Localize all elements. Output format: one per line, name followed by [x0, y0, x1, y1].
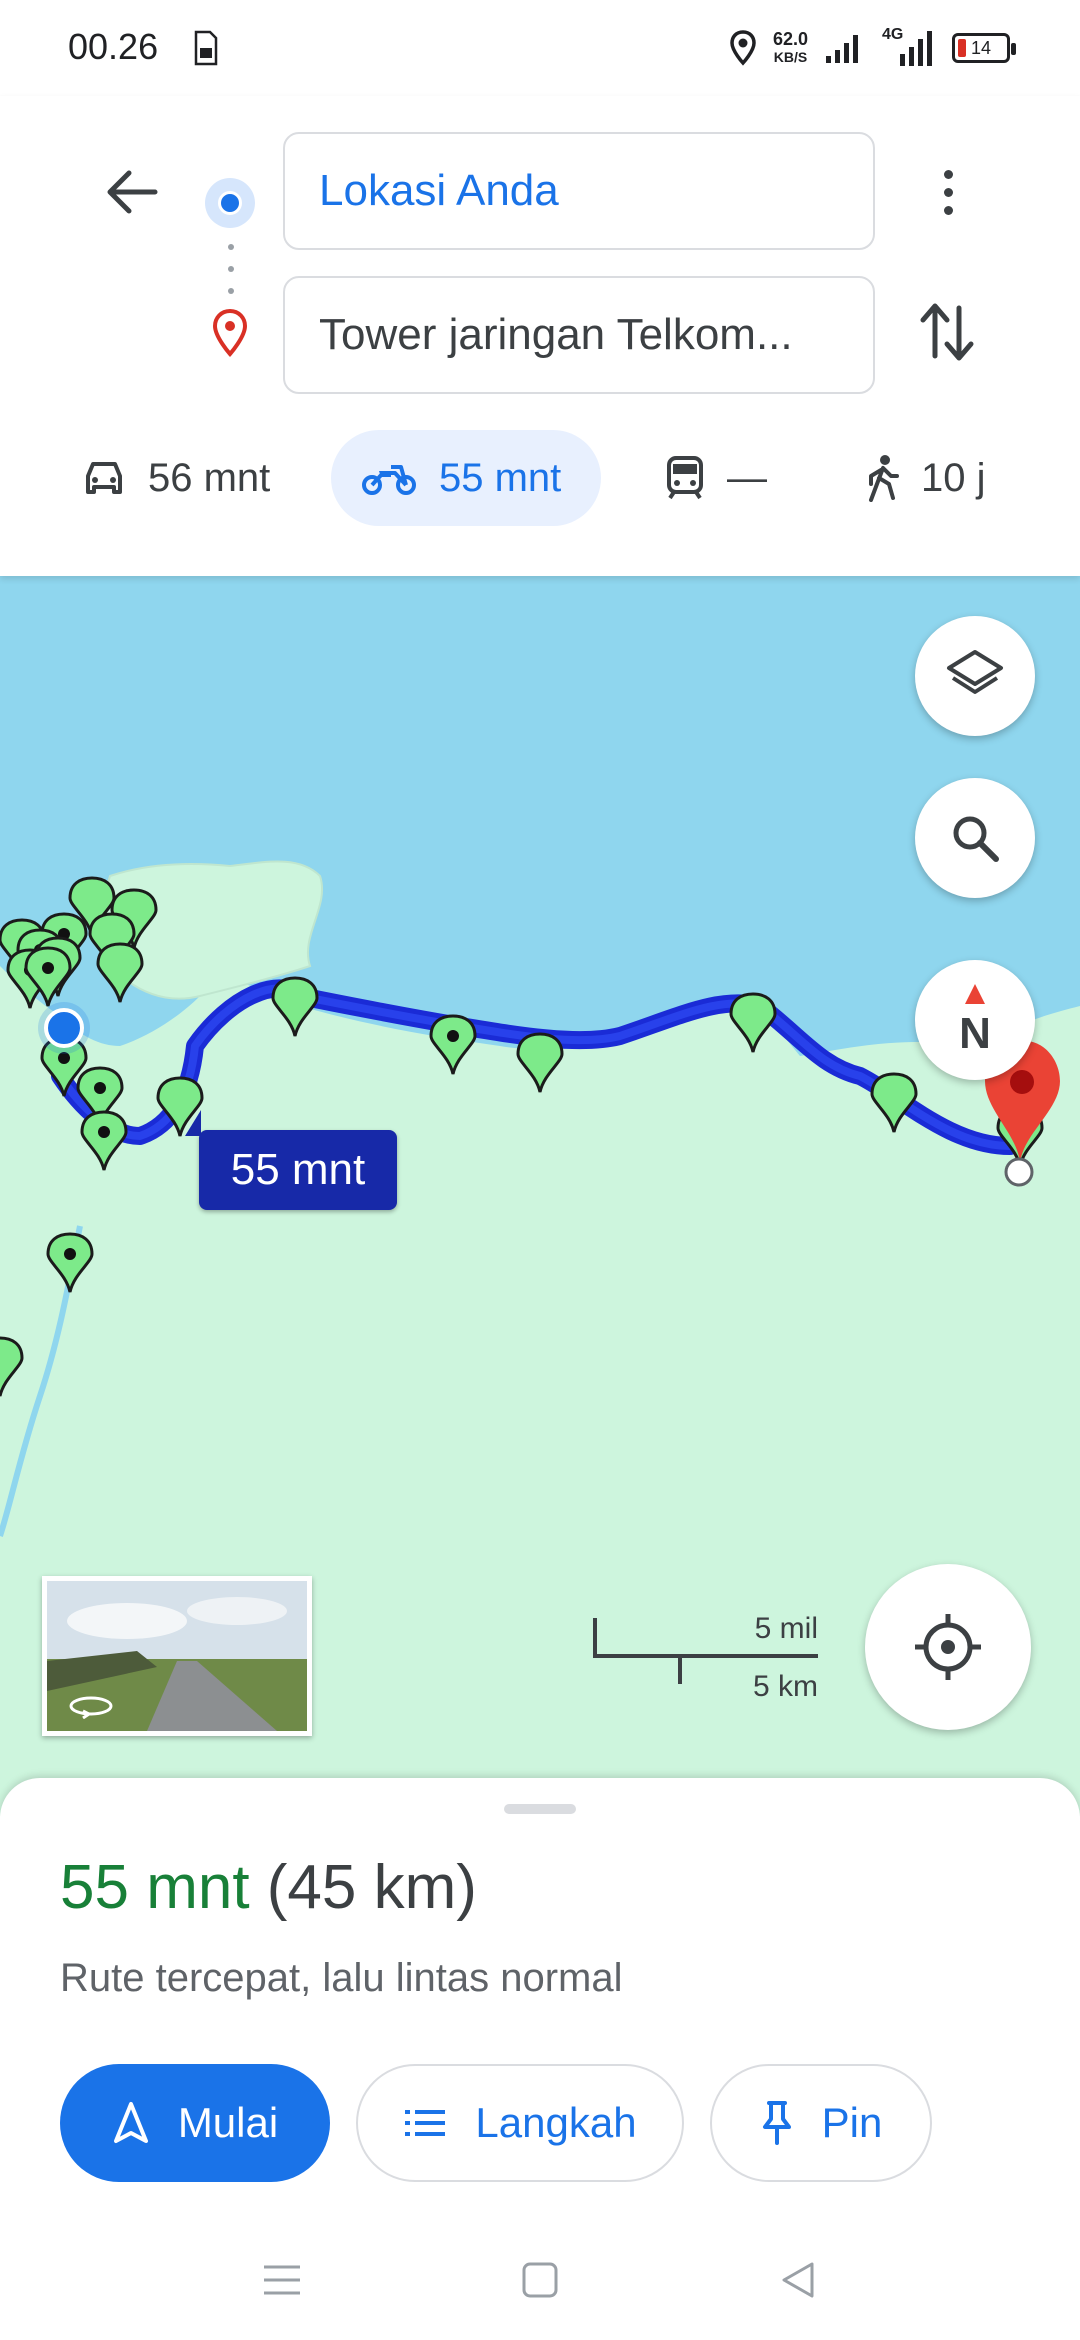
location-icon [730, 30, 756, 66]
route-duration-label[interactable]: 55 mnt [185, 1110, 397, 1210]
sim-card-icon [194, 30, 218, 66]
start-button[interactable]: Mulai [60, 2064, 330, 2182]
compass-label: N [959, 1009, 991, 1058]
battery-level: 14 [970, 37, 992, 58]
nav-back-button[interactable] [770, 2252, 826, 2308]
mode-car-label: 56 mnt [148, 455, 271, 500]
my-location-icon [915, 1614, 981, 1680]
route-distance: (45 km) [266, 1853, 477, 1922]
place-marker-dot [98, 1126, 110, 1138]
start-button-label: Mulai [177, 2099, 279, 2146]
nav-menu-button[interactable] [254, 2252, 310, 2308]
map-view[interactable]: N 55 mnt 5 mil 5 km [0, 576, 1080, 1816]
home-icon [522, 2262, 558, 2298]
status-time: 00.26 [68, 26, 159, 67]
back-arrow-icon [107, 170, 158, 214]
net-speed-unit: KB/S [773, 49, 808, 65]
origin-marker [38, 1002, 90, 1054]
list-icon [405, 2110, 446, 2136]
route-description: Rute tercepat, lalu lintas normal [60, 1956, 623, 2000]
signal-4g-icon [900, 31, 932, 66]
rotate-360-icon [69, 1696, 113, 1719]
steps-button-label: Langkah [475, 2099, 637, 2146]
place-marker-dot [64, 1248, 76, 1260]
search-icon [953, 816, 999, 862]
layers-icon [947, 650, 1003, 694]
place-marker-dot [94, 1082, 106, 1094]
mode-transit-label: — [727, 455, 767, 500]
pin-button-label: Pin [821, 2099, 883, 2146]
origin-field[interactable]: Lokasi Anda [283, 132, 875, 250]
mode-motorcycle[interactable]: 55 mnt [331, 430, 601, 526]
nav-home-button[interactable] [512, 2252, 568, 2308]
swap-icon[interactable] [915, 296, 981, 368]
sheet-drag-handle[interactable] [504, 1804, 576, 1814]
origin-dot-icon [205, 178, 255, 228]
walk-icon [869, 455, 899, 502]
route-duration: 55 mnt [60, 1853, 250, 1922]
signal-icon [826, 35, 858, 63]
destination-field[interactable]: Tower jaringan Telkom... [283, 276, 875, 394]
destination-pin-icon [212, 308, 248, 358]
net-speed-value: 62.0 [772, 29, 808, 49]
navigation-arrow-icon [113, 2102, 148, 2143]
map-scale: 5 mil 5 km [592, 1612, 822, 1722]
mode-walk[interactable]: 10 j [835, 430, 1016, 526]
motorcycle-icon [362, 465, 416, 495]
mode-walk-label: 10 j [921, 455, 986, 500]
street-view-thumbnail[interactable] [42, 1576, 312, 1736]
menu-icon [264, 2265, 300, 2295]
travel-modes: 56 mnt 55 mnt — 10 j [0, 430, 1080, 530]
status-icons: 62.0 KB/S 4G 14 [729, 24, 1016, 72]
pin-button[interactable]: Pin [710, 2064, 932, 2182]
net-speed: 62.0 KB/S [773, 30, 808, 66]
scale-bar [593, 1618, 818, 1684]
transit-icon [667, 456, 703, 500]
route-connector-dots [228, 244, 234, 294]
mode-motorcycle-label: 55 mnt [439, 455, 562, 500]
car-icon [86, 462, 122, 494]
compass-button[interactable]: N [915, 960, 1035, 1080]
place-marker-dot [42, 962, 54, 974]
back-button[interactable] [96, 156, 168, 228]
signal-4g: 4G [878, 26, 936, 68]
status-bar: 00.26 62.0 KB/S 4G 14 [0, 0, 1080, 96]
back-triangle-icon [782, 2262, 814, 2298]
place-marker-dot [447, 1030, 459, 1042]
battery-icon: 14 [952, 33, 1016, 63]
pin-icon [762, 2101, 791, 2145]
directions-header: Lokasi Anda Tower jaringan Telkom... 56 … [0, 96, 1080, 576]
scale-km: 5 km [752, 1670, 818, 1703]
compass-icon: N [959, 984, 991, 1058]
layers-button[interactable] [915, 616, 1035, 736]
route-summary: 55 mnt (45 km) [60, 1852, 477, 1923]
mode-car[interactable]: 56 mnt [52, 430, 300, 526]
steps-button[interactable]: Langkah [356, 2064, 684, 2182]
more-vert-icon[interactable] [918, 158, 978, 226]
system-nav-bar [0, 2220, 1080, 2340]
search-button[interactable] [915, 778, 1035, 898]
mode-transit[interactable]: — [635, 430, 797, 526]
my-location-button[interactable] [865, 1564, 1031, 1730]
